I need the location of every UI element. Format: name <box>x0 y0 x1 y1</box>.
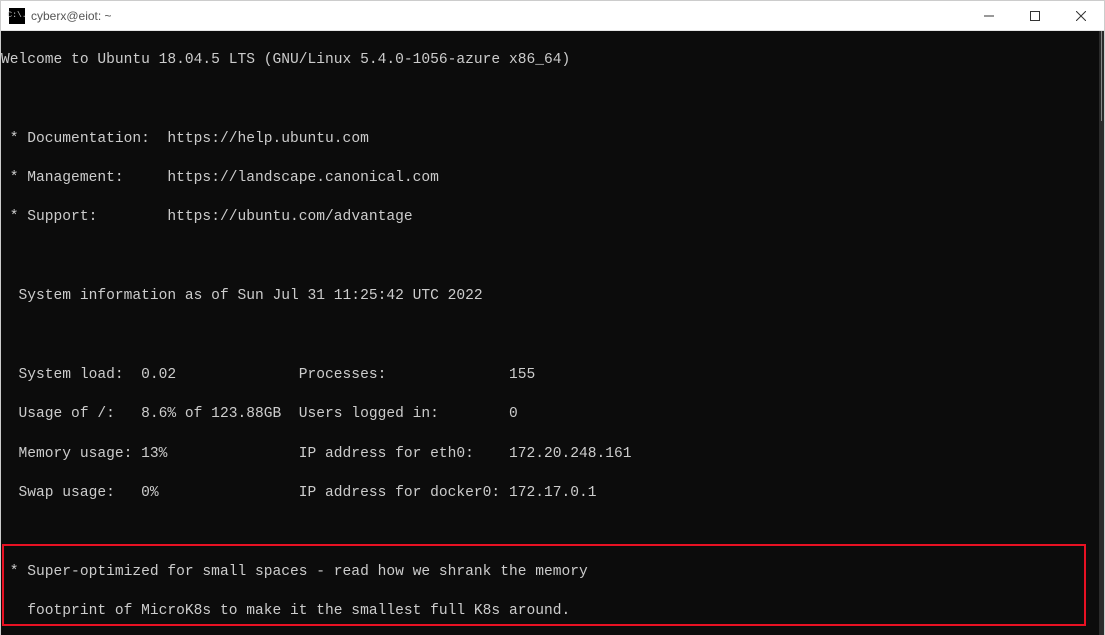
sysinfo-row: Swap usage: 0% IP address for docker0: 1… <box>1 484 1099 504</box>
titlebar[interactable]: C:\. cyberx@eiot: ~ <box>1 1 1104 31</box>
sysinfo-header: System information as of Sun Jul 31 11:2… <box>1 287 1099 307</box>
blank <box>1 90 1099 110</box>
scrollbar-track[interactable] <box>1099 31 1104 635</box>
terminal[interactable]: Welcome to Ubuntu 18.04.5 LTS (GNU/Linux… <box>1 31 1099 635</box>
motd-opt: footprint of MicroK8s to make it the sma… <box>1 602 1099 622</box>
scrollbar[interactable] <box>1099 31 1104 635</box>
motd-mgmt: * Management: https://landscape.canonica… <box>1 169 1099 189</box>
close-button[interactable] <box>1058 1 1104 31</box>
motd-support: * Support: https://ubuntu.com/advantage <box>1 208 1099 228</box>
url: https://ubuntu.com/advantage <box>167 209 412 225</box>
label: * Documentation: <box>1 131 167 147</box>
sysinfo-row: System load: 0.02 Processes: 155 <box>1 366 1099 386</box>
url: https://help.ubuntu.com <box>167 131 368 147</box>
app-window: C:\. cyberx@eiot: ~ Welcome to Ubuntu 18… <box>0 0 1105 635</box>
motd-welcome: Welcome to Ubuntu 18.04.5 LTS (GNU/Linux… <box>1 51 1099 71</box>
maximize-button[interactable] <box>1012 1 1058 31</box>
sysinfo-row: Memory usage: 13% IP address for eth0: 1… <box>1 445 1099 465</box>
blank <box>1 327 1099 347</box>
minimize-button[interactable] <box>966 1 1012 31</box>
motd-doc: * Documentation: https://help.ubuntu.com <box>1 130 1099 150</box>
window-title: cyberx@eiot: ~ <box>31 9 112 23</box>
maximize-icon <box>1030 11 1040 21</box>
client-area: Welcome to Ubuntu 18.04.5 LTS (GNU/Linux… <box>1 31 1104 635</box>
close-icon <box>1076 11 1086 21</box>
sysinfo-row: Usage of /: 8.6% of 123.88GB Users logge… <box>1 405 1099 425</box>
terminal-icon: C:\. <box>9 8 25 24</box>
blank <box>1 524 1099 544</box>
motd-opt: * Super-optimized for small spaces - rea… <box>1 563 1099 583</box>
minimize-icon <box>984 11 994 21</box>
blank <box>1 248 1099 268</box>
label: * Support: <box>1 209 167 225</box>
scrollbar-thumb[interactable] <box>1101 31 1102 121</box>
url: https://landscape.canonical.com <box>167 170 439 186</box>
label: * Management: <box>1 170 167 186</box>
